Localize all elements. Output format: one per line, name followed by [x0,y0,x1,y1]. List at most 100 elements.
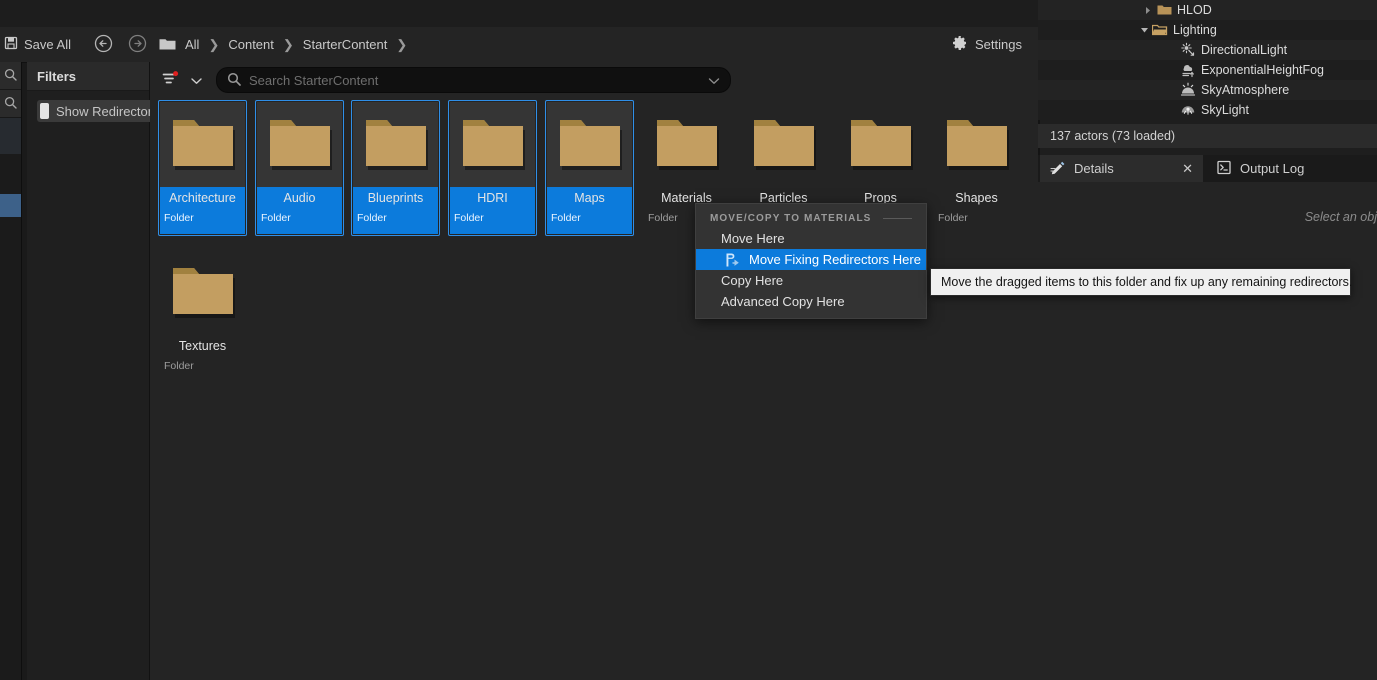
outliner-row-hlod[interactable]: HLOD [1038,0,1377,20]
filter-dropdown-button[interactable] [188,68,204,92]
breadcrumb-separator: ❯ [396,36,408,52]
asset-caption: Textures Folder [160,335,245,382]
asset-type: Folder [164,360,194,372]
outliner-row-label: ExponentialHeightFog [1201,63,1324,77]
outliner-status-bar: 137 actors (73 loaded) [1038,124,1377,148]
content-browser-toolbar: Save All All ❯ Content ❯ StarterContent … [0,27,1038,63]
chevron-right-icon[interactable] [1142,6,1154,15]
sky-atmosphere-icon [1178,82,1198,98]
asset-tile-blueprints[interactable]: Blueprints Folder [351,100,440,236]
asset-caption: Maps Folder [547,187,632,234]
outliner-row-label: HLOD [1177,3,1212,17]
context-menu-item-move-fixing-redirectors-here[interactable]: Move Fixing Redirectors Here [696,249,926,270]
edge-tree-item-b[interactable] [0,154,21,194]
breadcrumb-content[interactable]: Content [221,34,281,56]
outliner-row-label: DirectionalLight [1201,43,1288,57]
folder-open-icon [1150,24,1170,36]
left-edge-strip [0,62,22,680]
actor-count-label: 137 actors (73 loaded) [1050,129,1176,143]
breadcrumb-all[interactable]: All [178,34,206,56]
context-menu-item-advanced-copy-here[interactable]: Advanced Copy Here [696,291,926,312]
search-placeholder: Search StarterContent [249,72,379,88]
navigate-back-button[interactable] [87,34,121,56]
asset-thumbnail [160,250,245,335]
search-input[interactable]: Search StarterContent [216,67,731,93]
save-all-label: Save All [24,37,71,52]
settings-label: Settings [975,37,1022,52]
folder-icon [946,119,1009,170]
context-menu-heading: MOVE/COPY TO MATERIALS [696,208,926,228]
asset-tile-architecture[interactable]: Architecture Folder [158,100,247,236]
breadcrumb-startercontent[interactable]: StarterContent [296,34,395,56]
tab-details[interactable]: Details ✕ [1040,155,1203,182]
asset-type: Folder [551,212,581,224]
path-root-folder-button[interactable] [155,33,178,57]
context-menu-item-label: Advanced Copy Here [721,294,845,309]
asset-name: Audio [283,191,316,205]
asset-thumbnail [838,102,923,187]
heading-rule [883,218,912,219]
asset-name: Maps [574,191,605,205]
save-all-button[interactable]: Save All [0,33,77,57]
breadcrumb-separator: ❯ [208,36,220,52]
asset-type: Folder [357,212,387,224]
chevron-down-icon[interactable] [1138,26,1150,34]
search-dropdown-chevron-icon[interactable] [708,73,724,88]
asset-tile-maps[interactable]: Maps Folder [545,100,634,236]
outliner-row-lighting[interactable]: Lighting [1038,20,1377,40]
filter-chip-label: Show Redirectors [56,103,159,119]
move-copy-context-menu: MOVE/COPY TO MATERIALS Move Here Move Fi… [695,203,927,319]
search-icon [227,72,241,89]
details-empty-message: Select an obj [1304,210,1377,224]
asset-thumbnail [741,102,826,187]
sky-light-icon [1178,102,1198,118]
asset-tile-shapes[interactable]: Shapes Folder [934,102,1019,234]
context-menu-item-label: Move Here [721,231,785,246]
save-icon [4,36,18,53]
asset-thumbnail [160,102,245,187]
app-root: Save All All ❯ Content ❯ StarterContent … [0,0,1377,680]
outliner-row-exponentialheightfog[interactable]: ExponentialHeightFog [1038,60,1377,80]
asset-tile-textures[interactable]: Textures Folder [160,250,245,382]
navigate-forward-button[interactable] [121,34,155,56]
tab-output-log[interactable]: Output Log [1206,155,1314,182]
asset-tile-audio[interactable]: Audio Folder [255,100,344,236]
asset-type: Folder [938,212,968,224]
context-menu-item-move-here[interactable]: Move Here [696,228,926,249]
folder-icon [559,119,622,170]
settings-button[interactable]: Settings [944,32,1030,57]
filters-header: Filters [27,62,149,91]
outliner-row-skyatmosphere[interactable]: SkyAtmosphere [1038,80,1377,100]
folder-icon [159,37,176,53]
tooltip-text: Move the dragged items to this folder an… [941,275,1353,289]
filters-panel: Filters Show Redirectors [27,62,172,680]
tab-label: Details [1074,161,1114,176]
folder-icon [1154,4,1174,16]
folder-icon [365,119,428,170]
filter-button[interactable] [158,68,184,92]
asset-name: Shapes [955,191,998,205]
asset-type: Folder [164,212,194,224]
asset-tile-hdri[interactable]: HDRI Folder [448,100,537,236]
edge-search-button-2[interactable] [0,90,21,118]
edge-tree-item-a[interactable] [0,118,21,154]
context-menu-item-copy-here[interactable]: Copy Here [696,270,926,291]
asset-name: HDRI [477,191,508,205]
edge-tree-item-selected[interactable] [0,194,21,217]
outliner-row-skylight[interactable]: SkyLight [1038,100,1377,120]
asset-grid: Architecture Folder Audio Folder Bluepri… [150,98,1038,680]
asset-caption: Audio Folder [257,187,342,234]
outliner-row-label: Lighting [1173,23,1217,37]
tab-label: Output Log [1240,161,1305,176]
edge-search-button-1[interactable] [0,62,21,90]
forward-arrow-icon [128,34,147,56]
close-icon[interactable]: ✕ [1182,161,1193,177]
outliner-row-directionallight[interactable]: DirectionalLight [1038,40,1377,60]
chevron-down-icon [190,73,202,88]
edge-tree-filler [0,217,21,680]
folder-icon [269,119,332,170]
breadcrumb-separator: ❯ [282,36,294,52]
tooltip: Move the dragged items to this folder an… [930,268,1353,296]
asset-thumbnail [257,102,342,187]
asset-thumbnail [547,102,632,187]
